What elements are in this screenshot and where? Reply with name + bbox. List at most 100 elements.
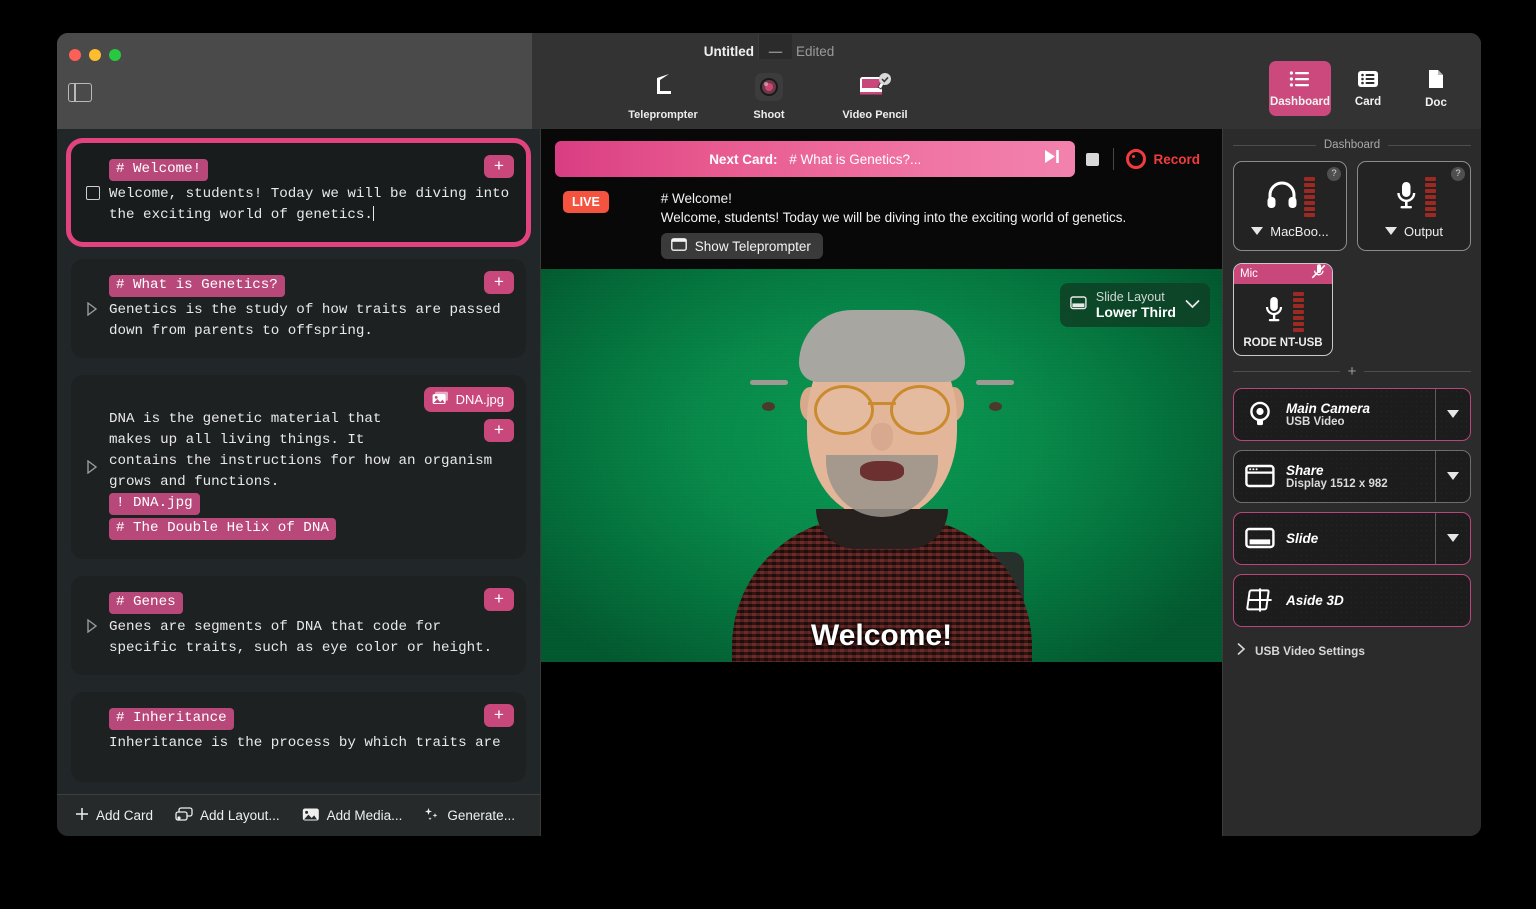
lower-third-caption: Welcome!	[810, 619, 953, 652]
slide-layout-label: Slide Layout	[1095, 290, 1165, 304]
view-tab-card[interactable]: Card	[1337, 61, 1399, 116]
device-icon-row	[1266, 177, 1315, 217]
usb-video-settings-row[interactable]: USB Video Settings	[1233, 642, 1471, 660]
title-dash: —	[757, 34, 793, 59]
generate-button[interactable]: Generate...	[424, 807, 515, 825]
transport-bar: Next Card: # What is Genetics?... Record	[541, 129, 1222, 185]
source-share[interactable]: Share Display 1512 x 982	[1233, 449, 1471, 503]
card-marker[interactable]	[86, 459, 100, 475]
tool-label: Shoot	[753, 109, 785, 121]
source-title: Main Camera	[1286, 400, 1371, 416]
device-output[interactable]: ? Output	[1357, 161, 1471, 251]
card-marker[interactable]	[86, 301, 100, 316]
chevron-down-icon[interactable]	[1185, 296, 1200, 314]
show-teleprompter-button[interactable]: Show Teleprompter	[660, 233, 823, 259]
dashboard-pane: Dashboard ? MacBoo... ? Output Mic RODE …	[1222, 129, 1481, 836]
record-button[interactable]: Record	[1118, 149, 1212, 169]
view-tab-dashboard[interactable]: Dashboard	[1269, 61, 1331, 116]
button-label: Add Media...	[326, 808, 403, 823]
card-text: Genetics is the study of how traits are …	[109, 302, 501, 339]
button-label: Generate...	[447, 808, 515, 823]
help-icon[interactable]: ?	[1327, 167, 1341, 181]
plus-icon[interactable]: +	[1348, 364, 1357, 379]
teleprompter-icon	[649, 69, 677, 105]
presenter-eye-left	[761, 402, 775, 411]
play-triangle-icon	[87, 618, 98, 633]
add-layout-button[interactable]: Add Layout...	[175, 806, 280, 825]
tool-shoot[interactable]: Shoot	[733, 69, 805, 121]
slide-layout-selector[interactable]: Slide Layout Lower Third	[1059, 283, 1210, 328]
card-marker[interactable]	[86, 618, 100, 633]
presenter-figure	[712, 287, 1052, 667]
card-marker[interactable]	[86, 185, 100, 200]
device-footer[interactable]: Output	[1384, 224, 1443, 239]
divider-right	[1364, 371, 1472, 372]
level-meter	[1424, 177, 1436, 217]
slide-layout-text: Slide Layout Lower Third	[1096, 290, 1176, 320]
card-item[interactable]: DNA.jpg + DNA is the genetic material th…	[71, 375, 526, 559]
close-button[interactable]	[69, 49, 81, 61]
live-badge: LIVE	[563, 191, 609, 213]
view-tab-doc[interactable]: Doc	[1405, 61, 1467, 116]
live-body-text: Welcome, students! Today we will be divi…	[660, 210, 1127, 225]
live-card-preview: LIVE # Welcome! Welcome, students! Today…	[541, 185, 1222, 269]
play-triangle-icon	[87, 459, 98, 475]
source-dropdown-button[interactable]	[1435, 512, 1470, 564]
card-item[interactable]: + # Welcome! Welcome, students! Today we …	[66, 138, 531, 247]
add-element-button[interactable]: +	[484, 155, 514, 178]
level-meter	[1303, 177, 1315, 217]
media-chip[interactable]: DNA.jpg	[423, 387, 514, 412]
add-element-button[interactable]: +	[484, 588, 514, 611]
chevron-down-icon[interactable]	[1384, 227, 1397, 236]
add-source-divider[interactable]: +	[1233, 364, 1472, 379]
card-heading-tag: # Genes	[109, 592, 183, 614]
view-label: Dashboard	[1269, 95, 1331, 108]
next-card-bar[interactable]: Next Card: # What is Genetics?...	[555, 141, 1076, 177]
chevron-down-icon[interactable]	[1251, 227, 1264, 236]
window-controls[interactable]	[69, 49, 121, 61]
device-output-monitor[interactable]: ? MacBoo...	[1233, 161, 1347, 251]
presenter-hair	[798, 310, 965, 382]
card-item[interactable]: + # Genes Genes are segments of DNA that …	[71, 576, 526, 675]
tool-teleprompter[interactable]: Teleprompter	[627, 69, 699, 121]
button-label: Add Layout...	[200, 808, 280, 823]
stop-icon	[1085, 152, 1099, 166]
help-icon[interactable]: ?	[1451, 167, 1465, 181]
add-element-button[interactable]: +	[484, 419, 514, 442]
skip-forward-icon[interactable]	[1044, 149, 1061, 169]
add-element-button[interactable]: +	[484, 704, 514, 727]
layout-icon	[175, 806, 193, 825]
sparkle-icon	[424, 807, 440, 825]
card-item[interactable]: + # Inheritance Inheritance is the proces…	[71, 692, 526, 782]
checkbox-icon[interactable]	[86, 185, 100, 200]
source-main-camera[interactable]: Main Camera USB Video	[1233, 387, 1471, 441]
tool-video-pencil[interactable]: Video Pencil	[839, 69, 911, 121]
video-preview[interactable]: Slide Layout Lower Third Welcome!	[541, 269, 1222, 667]
cards-list[interactable]: + # Welcome! Welcome, students! Today we …	[57, 129, 540, 795]
stop-button[interactable]	[1075, 142, 1109, 176]
app-window: Untitled — Edited Teleprompter Shoot Vid…	[57, 33, 1481, 836]
mic-icon-row	[1262, 292, 1304, 332]
sidebar-toggle-icon[interactable]	[68, 83, 92, 102]
mic-source-box[interactable]: Mic RODE NT-USB	[1233, 263, 1333, 356]
card-media-tag: ! DNA.jpg	[109, 493, 200, 515]
add-media-button[interactable]: Add Media...	[302, 807, 403, 825]
record-icon	[1126, 149, 1147, 169]
title-bar: Untitled — Edited Teleprompter Shoot Vid…	[57, 33, 1481, 130]
mic-muted-icon[interactable]	[1311, 264, 1326, 284]
source-slide[interactable]: Slide	[1233, 511, 1471, 565]
card-heading-tag: # The Double Helix of DNA	[109, 518, 336, 540]
add-card-button[interactable]: Add Card	[75, 807, 153, 824]
source-dropdown-button[interactable]	[1435, 388, 1470, 440]
settings-label: USB Video Settings	[1255, 643, 1365, 658]
tool-label: Video Pencil	[842, 109, 908, 121]
card-text: Genes are segments of DNA that code for …	[109, 619, 493, 656]
add-element-button[interactable]: +	[484, 271, 514, 294]
card-item[interactable]: + # What is Genetics? Genetics is the stu…	[71, 259, 526, 358]
toolbar-tools: Teleprompter Shoot Video Pencil	[627, 69, 911, 121]
minimize-button[interactable]	[89, 49, 101, 61]
maximize-button[interactable]	[109, 49, 121, 61]
source-aside-3d[interactable]: Aside 3D	[1233, 573, 1471, 627]
device-footer[interactable]: MacBoo...	[1251, 224, 1329, 239]
source-dropdown-button[interactable]	[1435, 450, 1470, 502]
